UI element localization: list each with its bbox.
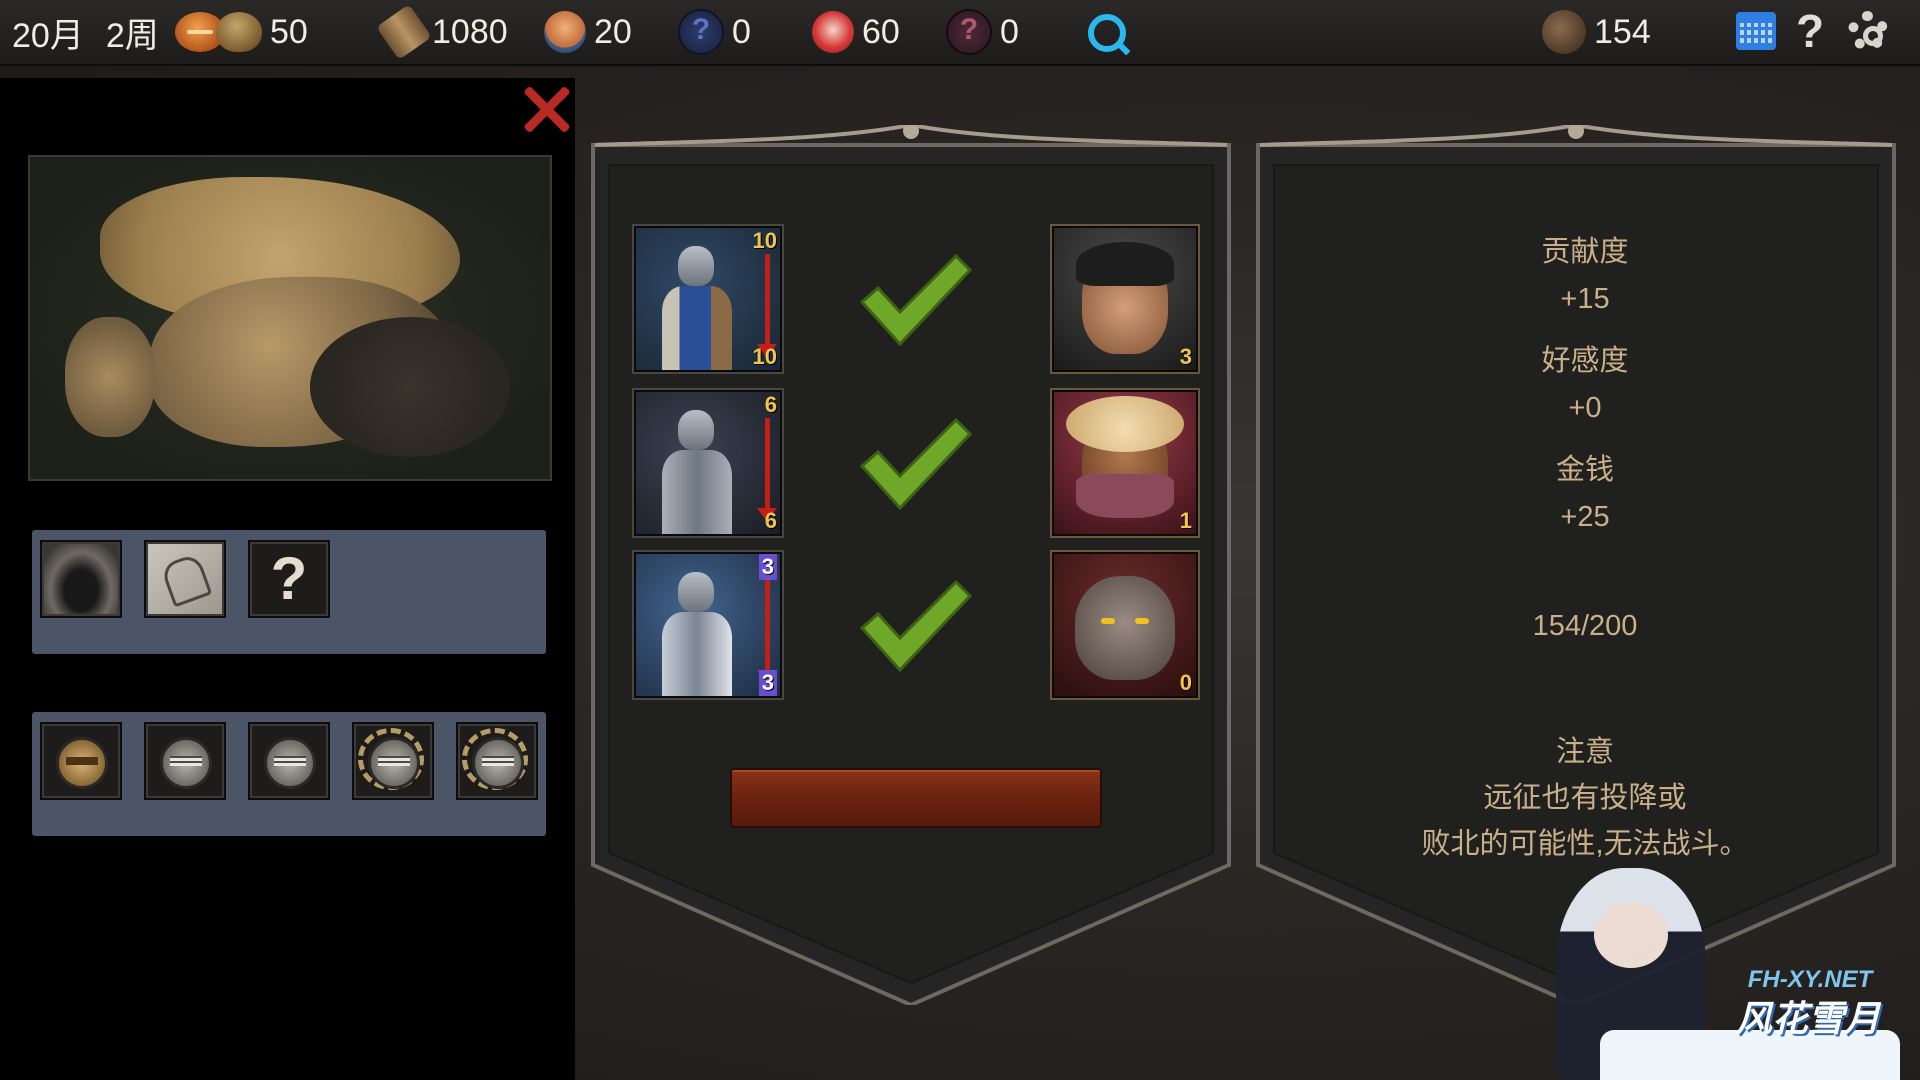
help-icon[interactable]: ? <box>1796 4 1824 58</box>
hero-value: 20 <box>594 12 632 51</box>
bronze-medal-icon <box>56 737 108 789</box>
money-label: 金钱 <box>1555 454 1614 486</box>
girl-resource[interactable]: 60 <box>812 0 900 64</box>
bandit-portrait <box>1076 242 1174 354</box>
girl-portrait-icon <box>812 11 854 53</box>
mystery-red-icon <box>946 9 992 55</box>
unit-count-after: 10 <box>752 344 777 369</box>
wood-value: 1080 <box>432 12 508 51</box>
favor-label: 好感度 <box>1541 345 1629 377</box>
unit-count-after: 6 <box>764 508 777 533</box>
rank-slot-strip <box>32 712 546 836</box>
brute-portrait <box>1075 576 1175 680</box>
letter-slot-icon[interactable] <box>144 540 226 618</box>
silver-medal-icon <box>264 737 316 789</box>
enemy-unit-card[interactable]: 1 <box>1052 390 1198 536</box>
girl-value: 60 <box>862 12 900 51</box>
notice-line: 败北的可能性,无法战斗。 <box>1421 828 1749 860</box>
checkmark-icon <box>859 253 973 347</box>
silver-medal-icon <box>160 737 212 789</box>
gold-value: 50 <box>270 12 308 51</box>
money-value: +25 <box>1560 501 1610 533</box>
contribution-label: 贡献度 <box>1541 236 1629 268</box>
favor-value: +0 <box>1568 392 1602 424</box>
silver-medal-icon <box>368 737 420 789</box>
mystery-red-resource[interactable]: 0 <box>946 0 1019 64</box>
armored-infantry-portrait <box>656 406 736 534</box>
enemy-unit-card[interactable]: 3 <box>1052 226 1198 372</box>
unknown-slot-icon[interactable]: ? <box>248 540 330 618</box>
week-label: 2周 <box>105 16 159 55</box>
casualty-arrow-icon <box>757 580 777 684</box>
map-dark-region <box>310 317 510 457</box>
mystery-blue-value: 0 <box>732 12 751 51</box>
cave-slot-icon[interactable] <box>40 540 122 618</box>
rank-medal-slot[interactable] <box>40 722 122 800</box>
top-resource-bar: 20月 2周 50 1080 20 0 60 0 154 ? <box>0 0 1920 66</box>
unit-count-before: 10 <box>752 228 777 253</box>
date-display: 20月 2周 <box>12 0 225 64</box>
enemy-level: 1 <box>1179 508 1192 533</box>
mystery-red-value: 0 <box>1000 12 1019 51</box>
checkmark-icon <box>859 579 973 673</box>
watermark-name: 风花雪月 <box>1735 998 1880 1039</box>
capacity-value: 154/200 <box>1532 610 1638 642</box>
confirm-expedition-button[interactable] <box>730 768 1102 828</box>
notice-title: 注意 <box>1555 736 1614 768</box>
world-map[interactable] <box>28 155 552 481</box>
silver-medal-icon <box>472 737 524 789</box>
mystery-blue-icon <box>678 9 724 55</box>
gold-sack-icon <box>216 12 262 52</box>
unit-count-before: 6 <box>764 392 777 417</box>
hero-portrait-icon <box>544 11 586 53</box>
notice-line: 远征也有投降或 <box>1483 782 1687 814</box>
close-icon[interactable] <box>522 84 572 134</box>
stone-value: 154 <box>1594 12 1651 51</box>
casualty-arrow-icon <box>757 254 777 358</box>
unit-count-before: 3 <box>758 554 777 580</box>
enemy-level: 3 <box>1179 344 1192 369</box>
map-landmass <box>65 317 155 437</box>
gold-resource[interactable]: 50 <box>216 0 308 64</box>
casualty-arrow-icon <box>757 418 777 522</box>
contribution-value: +15 <box>1560 283 1610 315</box>
rank-medal-slot[interactable] <box>248 722 330 800</box>
enemy-unit-card[interactable]: 0 <box>1052 552 1198 698</box>
wood-log-icon <box>376 4 432 60</box>
cavalry-portrait <box>656 568 736 696</box>
rank-medal-slot[interactable] <box>352 722 434 800</box>
player-unit-card[interactable]: 10 10 <box>634 226 782 372</box>
player-unit-card[interactable]: 6 6 <box>634 390 782 536</box>
rank-medal-slot[interactable] <box>456 722 538 800</box>
rank-medal-slot[interactable] <box>144 722 226 800</box>
stone-icon <box>1542 10 1586 54</box>
hero-resource[interactable]: 20 <box>544 0 632 64</box>
turbaned-rogue-portrait <box>1066 396 1184 518</box>
gear-icon[interactable] <box>1848 11 1888 51</box>
stone-resource[interactable]: 154 <box>1542 0 1651 64</box>
spearman-portrait <box>656 242 736 370</box>
wood-resource[interactable]: 1080 <box>376 0 508 64</box>
enemy-level: 0 <box>1179 670 1192 695</box>
mystery-blue-resource[interactable]: 0 <box>678 0 751 64</box>
action-slot-strip: ? <box>32 530 546 654</box>
player-unit-card[interactable]: 3 3 <box>634 552 782 698</box>
search-icon[interactable] <box>1088 14 1126 52</box>
month-label: 20月 <box>12 16 84 55</box>
checkmark-icon <box>859 417 973 511</box>
calendar-icon[interactable] <box>1736 12 1776 50</box>
unit-count-after: 3 <box>758 670 777 696</box>
